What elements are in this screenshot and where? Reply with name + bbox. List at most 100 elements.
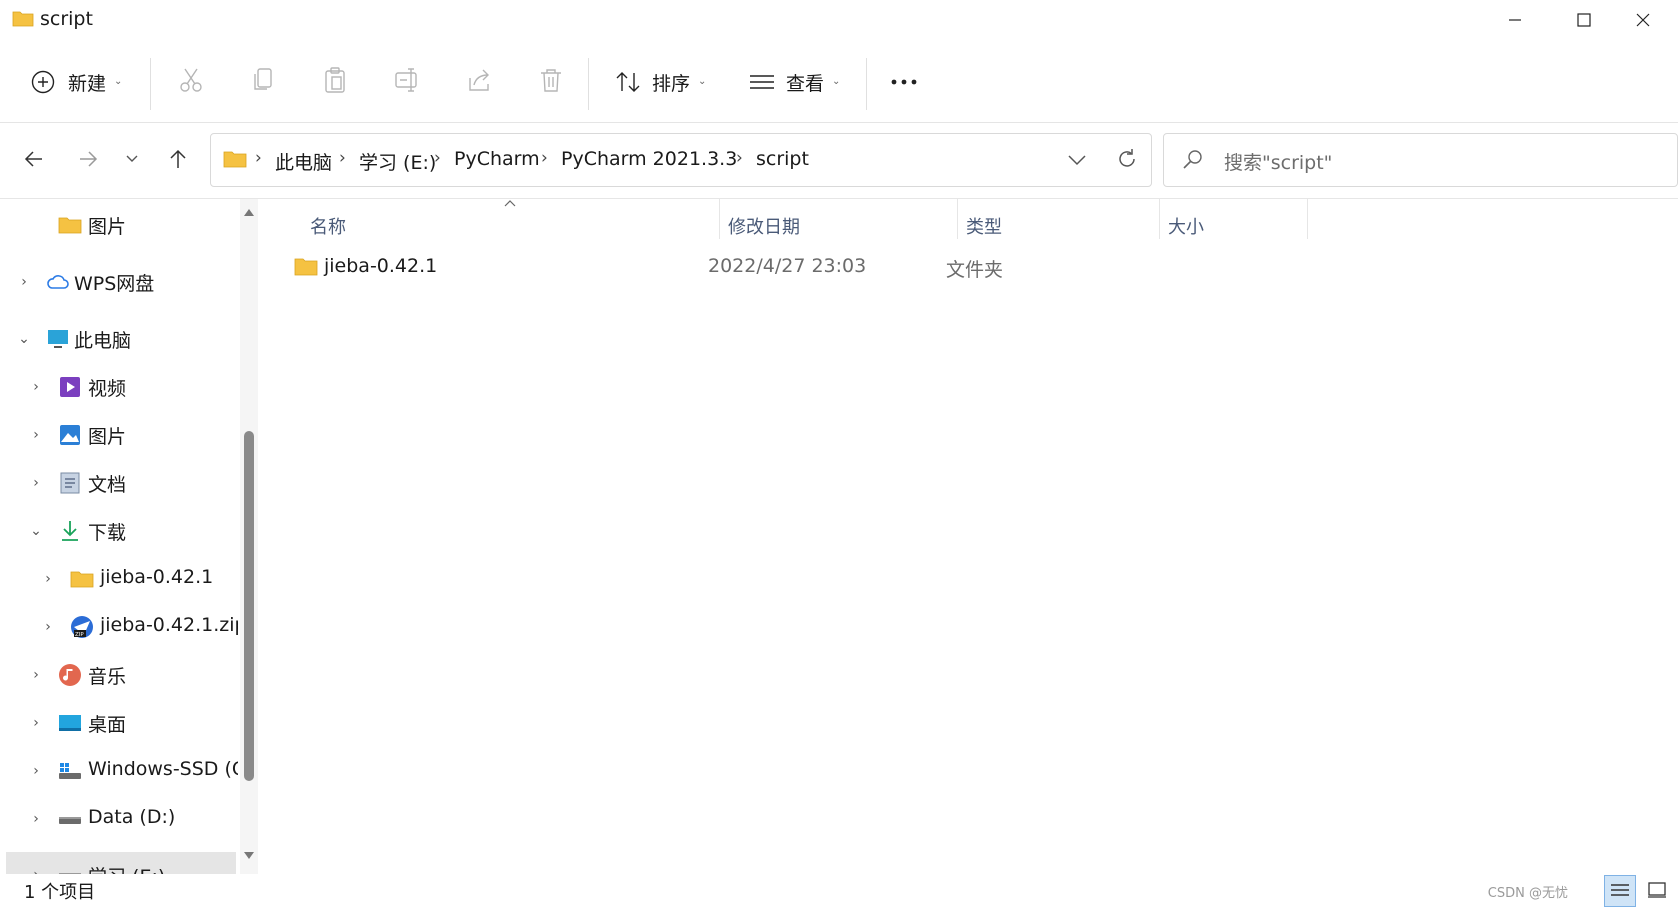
chevron-down-icon: ⌄ bbox=[698, 76, 707, 87]
nav-item-pictures[interactable]: › 图片 bbox=[0, 412, 236, 458]
chevron-right-icon[interactable]: › bbox=[29, 379, 43, 395]
scroll-up-arrow-icon[interactable] bbox=[243, 207, 255, 217]
music-icon bbox=[59, 664, 81, 686]
minimize-button[interactable] bbox=[1480, 0, 1550, 40]
search-placeholder: 搜索"script" bbox=[1224, 152, 1333, 174]
recent-chevron-down-icon[interactable] bbox=[124, 151, 140, 167]
file-name: jieba-0.42.1 bbox=[324, 255, 438, 277]
nav-item-jieba-zip[interactable]: › ZIP jieba-0.42.1.zip bbox=[0, 604, 238, 650]
nav-item-documents[interactable]: › 文档 bbox=[0, 460, 236, 506]
nav-item-drive-c[interactable]: › Windows-SSD (C: bbox=[0, 748, 238, 794]
chevron-right-icon[interactable]: › bbox=[29, 715, 43, 731]
nav-item-label: WPS网盘 bbox=[74, 273, 155, 295]
chevron-right-icon[interactable]: › bbox=[41, 619, 55, 635]
chevron-down-icon: ⌄ bbox=[114, 76, 123, 87]
breadcrumb-item[interactable]: PyCharm bbox=[454, 148, 540, 170]
chevron-right-icon[interactable]: › bbox=[17, 274, 31, 290]
chevron-down-icon[interactable]: ⌄ bbox=[17, 331, 31, 347]
drive-icon bbox=[59, 817, 81, 824]
chevron-right-icon[interactable]: › bbox=[29, 667, 43, 683]
nav-item-label: jieba-0.42.1.zip bbox=[100, 614, 238, 636]
video-icon bbox=[60, 377, 80, 397]
column-header-type[interactable]: 类型 bbox=[966, 213, 1002, 239]
nav-item-pictures-quick[interactable]: 图片 bbox=[0, 202, 236, 248]
chevron-right-icon[interactable]: › bbox=[29, 427, 43, 443]
nav-item-this-pc[interactable]: ⌄ 此电脑 bbox=[0, 316, 236, 362]
nav-item-videos[interactable]: › 视频 bbox=[0, 364, 236, 410]
desktop-icon bbox=[59, 715, 81, 731]
share-icon[interactable] bbox=[466, 66, 492, 94]
address-bar[interactable]: › 此电脑 › 学习 (E:) › PyCharm › PyCharm 2021… bbox=[210, 133, 1152, 187]
item-count: 1 个项目 bbox=[24, 882, 96, 903]
nav-item-music[interactable]: › 音乐 bbox=[0, 652, 236, 698]
tiles-view-button[interactable] bbox=[1642, 875, 1672, 905]
cut-icon[interactable] bbox=[178, 66, 204, 94]
column-divider[interactable] bbox=[957, 199, 958, 239]
plus-circle-icon bbox=[31, 70, 55, 94]
up-arrow-icon[interactable] bbox=[166, 147, 190, 171]
column-divider[interactable] bbox=[1307, 199, 1308, 239]
column-header-date[interactable]: 修改日期 bbox=[728, 213, 800, 239]
chevron-right-icon[interactable]: › bbox=[29, 763, 43, 779]
nav-item-label: 图片 bbox=[88, 216, 127, 238]
chevron-right-icon[interactable]: › bbox=[29, 475, 43, 491]
nav-item-label: Windows-SSD (C: bbox=[88, 758, 238, 780]
sort-label: 排序 bbox=[652, 73, 691, 95]
chevron-down-icon[interactable]: ⌄ bbox=[29, 523, 43, 539]
nav-item-desktop[interactable]: › 桌面 bbox=[0, 700, 236, 746]
breadcrumb-separator-icon: › bbox=[736, 148, 743, 168]
breadcrumb-item[interactable]: 学习 (E:) bbox=[359, 148, 436, 175]
rename-icon[interactable] bbox=[394, 66, 420, 94]
breadcrumb-separator-icon: › bbox=[255, 148, 262, 168]
delete-icon[interactable] bbox=[538, 66, 564, 94]
folder-icon bbox=[12, 11, 34, 27]
sort-ascending-caret-icon bbox=[504, 200, 516, 207]
nav-item-label: 音乐 bbox=[88, 666, 127, 688]
nav-item-label: 学习 (E:) bbox=[88, 862, 165, 874]
copy-icon[interactable] bbox=[250, 66, 276, 94]
close-button[interactable] bbox=[1608, 0, 1678, 40]
column-header-size[interactable]: 大小 bbox=[1168, 213, 1204, 239]
back-arrow-icon[interactable] bbox=[22, 147, 46, 171]
view-button[interactable]: 查看 ⌄ bbox=[748, 66, 848, 98]
sort-button[interactable]: 排序 ⌄ bbox=[614, 66, 714, 98]
refresh-icon[interactable] bbox=[1115, 147, 1139, 171]
address-history-chevron-icon[interactable] bbox=[1067, 152, 1087, 168]
nav-item-wps-drive[interactable]: › WPS网盘 bbox=[0, 259, 236, 305]
new-button[interactable]: 新建 ⌄ bbox=[30, 66, 130, 98]
breadcrumb-separator-icon: › bbox=[541, 148, 548, 168]
paste-icon[interactable] bbox=[322, 66, 348, 94]
nav-item-jieba-folder[interactable]: › jieba-0.42.1 bbox=[0, 556, 236, 602]
document-icon bbox=[60, 472, 80, 494]
nav-item-drive-e[interactable]: › 学习 (E:) bbox=[6, 852, 236, 874]
breadcrumb-item[interactable]: script bbox=[756, 148, 809, 170]
zip-icon: ZIP bbox=[71, 616, 93, 638]
forward-arrow-icon[interactable] bbox=[76, 147, 100, 171]
breadcrumb-item[interactable]: 此电脑 bbox=[275, 148, 332, 175]
column-divider[interactable] bbox=[1159, 199, 1160, 239]
nav-item-label: 文档 bbox=[88, 474, 127, 496]
close-icon bbox=[1636, 13, 1650, 27]
nav-item-drive-d[interactable]: › Data (D:) bbox=[0, 796, 236, 842]
scroll-down-arrow-icon[interactable] bbox=[243, 851, 255, 861]
status-bar: 1 个项目 CSDN @无忧 bbox=[0, 874, 1678, 908]
search-box[interactable]: 搜索"script" bbox=[1163, 133, 1678, 187]
svg-text:ZIP: ZIP bbox=[75, 632, 84, 638]
folder-icon bbox=[58, 217, 82, 234]
breadcrumb-item[interactable]: PyCharm 2021.3.3 bbox=[561, 148, 737, 170]
address-row: › 此电脑 › 学习 (E:) › PyCharm › PyCharm 2021… bbox=[0, 123, 1678, 199]
column-header-name[interactable]: 名称 bbox=[310, 213, 346, 239]
cloud-icon bbox=[47, 275, 69, 289]
nav-item-downloads[interactable]: ⌄ 下载 bbox=[0, 508, 236, 554]
nav-scrollbar-thumb[interactable] bbox=[244, 431, 254, 781]
file-list: 名称 修改日期 类型 大小 jieba-0.42.1 2022/4/27 23:… bbox=[262, 199, 1678, 874]
table-row[interactable]: jieba-0.42.1 2022/4/27 23:03 文件夹 bbox=[282, 245, 1382, 289]
nav-item-label: 图片 bbox=[88, 426, 127, 448]
chevron-right-icon[interactable]: › bbox=[29, 811, 43, 827]
breadcrumb-separator-icon: › bbox=[434, 148, 441, 168]
column-divider[interactable] bbox=[719, 199, 720, 239]
details-view-button[interactable] bbox=[1604, 875, 1636, 907]
chevron-right-icon[interactable]: › bbox=[41, 571, 55, 587]
breadcrumb-separator-icon: › bbox=[339, 148, 346, 168]
more-options-icon[interactable] bbox=[890, 78, 918, 86]
